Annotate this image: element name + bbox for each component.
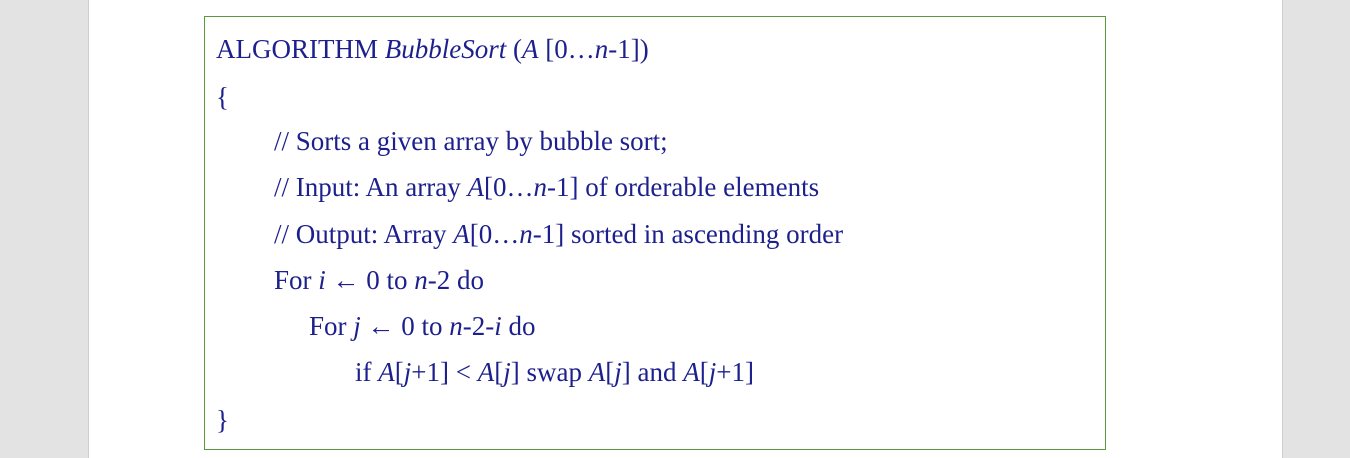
swap-text: [: [699, 357, 709, 387]
comment-line-1: // Sorts a given array by bubble sort;: [274, 126, 668, 156]
swap-text: ] and: [621, 357, 684, 387]
loop-var: j: [353, 311, 361, 341]
comment-var: A: [453, 219, 470, 249]
swap-text: +1]: [716, 357, 754, 387]
loop-text: 0 to: [401, 311, 450, 341]
header-text: (: [506, 34, 522, 64]
algorithm-name: BubbleSort: [384, 34, 507, 64]
comment-var: n: [519, 219, 533, 249]
comment-var: A: [467, 172, 484, 202]
comment-line-2: // Input: An array A[0…n-1] of orderable…: [274, 174, 819, 201]
open-brace: {: [216, 82, 229, 112]
header-var: n: [594, 34, 609, 64]
comment-text: [0…: [483, 172, 534, 202]
loop-text: For: [309, 311, 354, 341]
swap-text: ] swap: [510, 357, 589, 387]
comment-text: -1] sorted in ascending order: [532, 219, 844, 249]
header-var: A: [522, 34, 539, 64]
swap-var: A: [378, 357, 395, 387]
inner-loop-line: For j ← 0 to n-2-i do: [309, 313, 536, 340]
loop-text: -2-: [462, 311, 495, 341]
swap-text: +1] <: [411, 357, 478, 387]
loop-text: do: [501, 311, 536, 341]
swap-var: A: [477, 357, 495, 387]
loop-var: n: [414, 265, 428, 295]
loop-text: 0 to: [366, 265, 415, 295]
close-brace: }: [216, 405, 229, 435]
swap-var: A: [683, 357, 700, 387]
loop-var: i: [318, 265, 326, 295]
swap-var: j: [614, 357, 622, 387]
comment-text: // Output: Array: [274, 219, 454, 249]
comment-var: n: [533, 172, 547, 202]
left-arrow-icon: ←: [325, 265, 367, 295]
swap-text: if: [355, 357, 379, 387]
loop-text: -2 do: [427, 265, 485, 295]
swap-text: [: [394, 357, 404, 387]
comment-line-3: // Output: Array A[0…n-1] sorted in asce…: [274, 221, 843, 248]
algorithm-keyword: ALGORITHM: [216, 34, 385, 64]
outer-loop-line: For i ← 0 to n-2 do: [274, 267, 484, 294]
comment-text: -1] of orderable elements: [546, 172, 820, 202]
swap-text: [: [494, 357, 504, 387]
loop-text: For: [274, 265, 319, 295]
comment-text: [0…: [469, 219, 520, 249]
header-text: -1]): [608, 34, 649, 64]
swap-var: A: [588, 357, 606, 387]
loop-var: i: [494, 311, 502, 341]
header-text: [0…: [538, 34, 595, 64]
swap-var: j: [503, 357, 511, 387]
swap-text: [: [605, 357, 615, 387]
comment-text: // Input: An array: [274, 172, 468, 202]
left-arrow-icon: ←: [360, 311, 402, 341]
swap-line: if A[j+1] < A[j] swap A[j] and A[j+1]: [355, 359, 754, 386]
algorithm-header: ALGORITHM BubbleSort (A [0…n-1]): [216, 36, 649, 63]
loop-var: n: [449, 311, 463, 341]
